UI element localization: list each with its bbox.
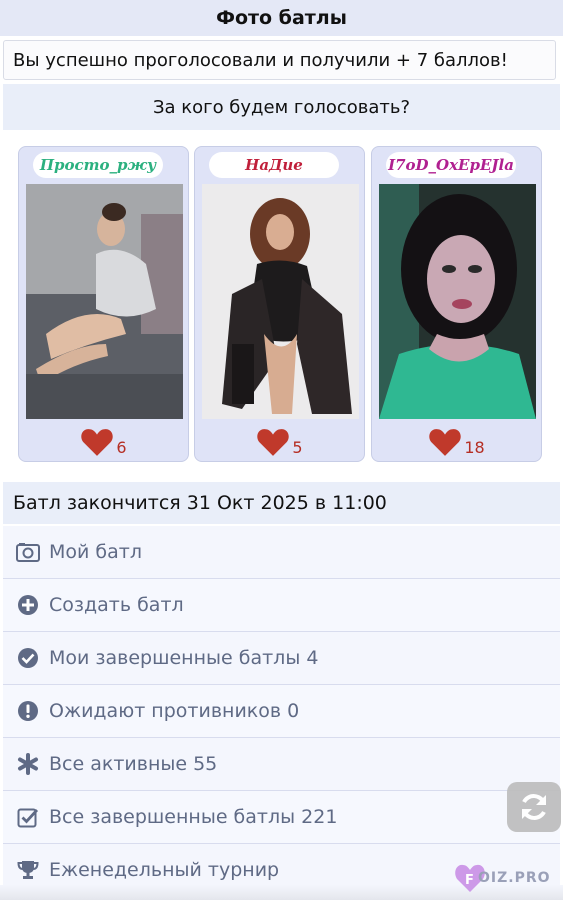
- like-button[interactable]: 18: [372, 423, 541, 461]
- candidate-photo[interactable]: [379, 184, 536, 419]
- check-square-icon: [16, 805, 40, 829]
- menu-item-label: Еженедельный турнир: [49, 859, 280, 881]
- refresh-icon: [522, 794, 546, 820]
- like-button[interactable]: 6: [19, 423, 188, 461]
- vote-count: 18: [464, 437, 485, 457]
- exclamation-circle-icon: [16, 699, 40, 723]
- battle-menu: Мой батл Создать батл Мои завершенные ба…: [3, 526, 560, 897]
- menu-item-label: Все завершенные батлы 221: [49, 806, 338, 828]
- menu-item-all-finished[interactable]: Все завершенные батлы 221: [3, 791, 560, 844]
- menu-item-all-active[interactable]: Все активные 55: [3, 738, 560, 791]
- heart-icon: [81, 429, 114, 456]
- menu-item-my-battle[interactable]: Мой батл: [3, 526, 560, 579]
- check-circle-icon: [16, 646, 40, 670]
- asterisk-icon: [16, 752, 40, 776]
- candidate-card[interactable]: НаДие 5: [194, 146, 365, 462]
- trophy-icon: [16, 858, 40, 882]
- watermark-text: OIZ.PRO: [478, 870, 551, 886]
- candidate-name[interactable]: I7oD_OxEpEJla: [386, 152, 516, 178]
- battle-end-time: Батл закончится 31 Окт 2025 в 11:00: [3, 482, 560, 524]
- vote-count: 6: [116, 437, 127, 457]
- refresh-button[interactable]: [507, 782, 561, 832]
- heart-icon: [429, 429, 462, 456]
- candidate-name[interactable]: Просто_ржу: [33, 152, 163, 178]
- menu-item-label: Мой батл: [49, 541, 142, 563]
- menu-item-my-finished[interactable]: Мои завершенные батлы 4: [3, 632, 560, 685]
- menu-item-label: Создать батл: [49, 594, 184, 616]
- svg-text:F: F: [465, 873, 474, 888]
- candidate-photo[interactable]: [26, 184, 183, 419]
- vote-count: 5: [292, 437, 303, 457]
- menu-item-label: Ожидают противников 0: [49, 700, 300, 722]
- heart-icon: [257, 429, 290, 456]
- candidate-photo[interactable]: [202, 184, 359, 419]
- menu-item-label: Мои завершенные батлы 4: [49, 647, 319, 669]
- page-title: Фото батлы: [0, 0, 563, 36]
- site-watermark: F OIZ.PRO: [454, 862, 551, 894]
- camera-icon: [16, 540, 40, 564]
- menu-item-create-battle[interactable]: Создать батл: [3, 579, 560, 632]
- candidate-name[interactable]: НаДие: [209, 152, 339, 178]
- vote-success-notice: Вы успешно проголосовали и получили + 7 …: [3, 40, 556, 80]
- vote-question: За кого будем голосовать?: [3, 84, 560, 130]
- candidates-section: Просто_ржу 6 НаДие 5 I7oD_OxEpEJla 18: [3, 130, 560, 480]
- candidate-card[interactable]: I7oD_OxEpEJla 18: [371, 146, 542, 462]
- menu-item-awaiting[interactable]: Ожидают противников 0: [3, 685, 560, 738]
- like-button[interactable]: 5: [195, 423, 364, 461]
- candidate-card[interactable]: Просто_ржу 6: [18, 146, 189, 462]
- plus-circle-icon: [16, 593, 40, 617]
- menu-item-label: Все активные 55: [49, 753, 218, 775]
